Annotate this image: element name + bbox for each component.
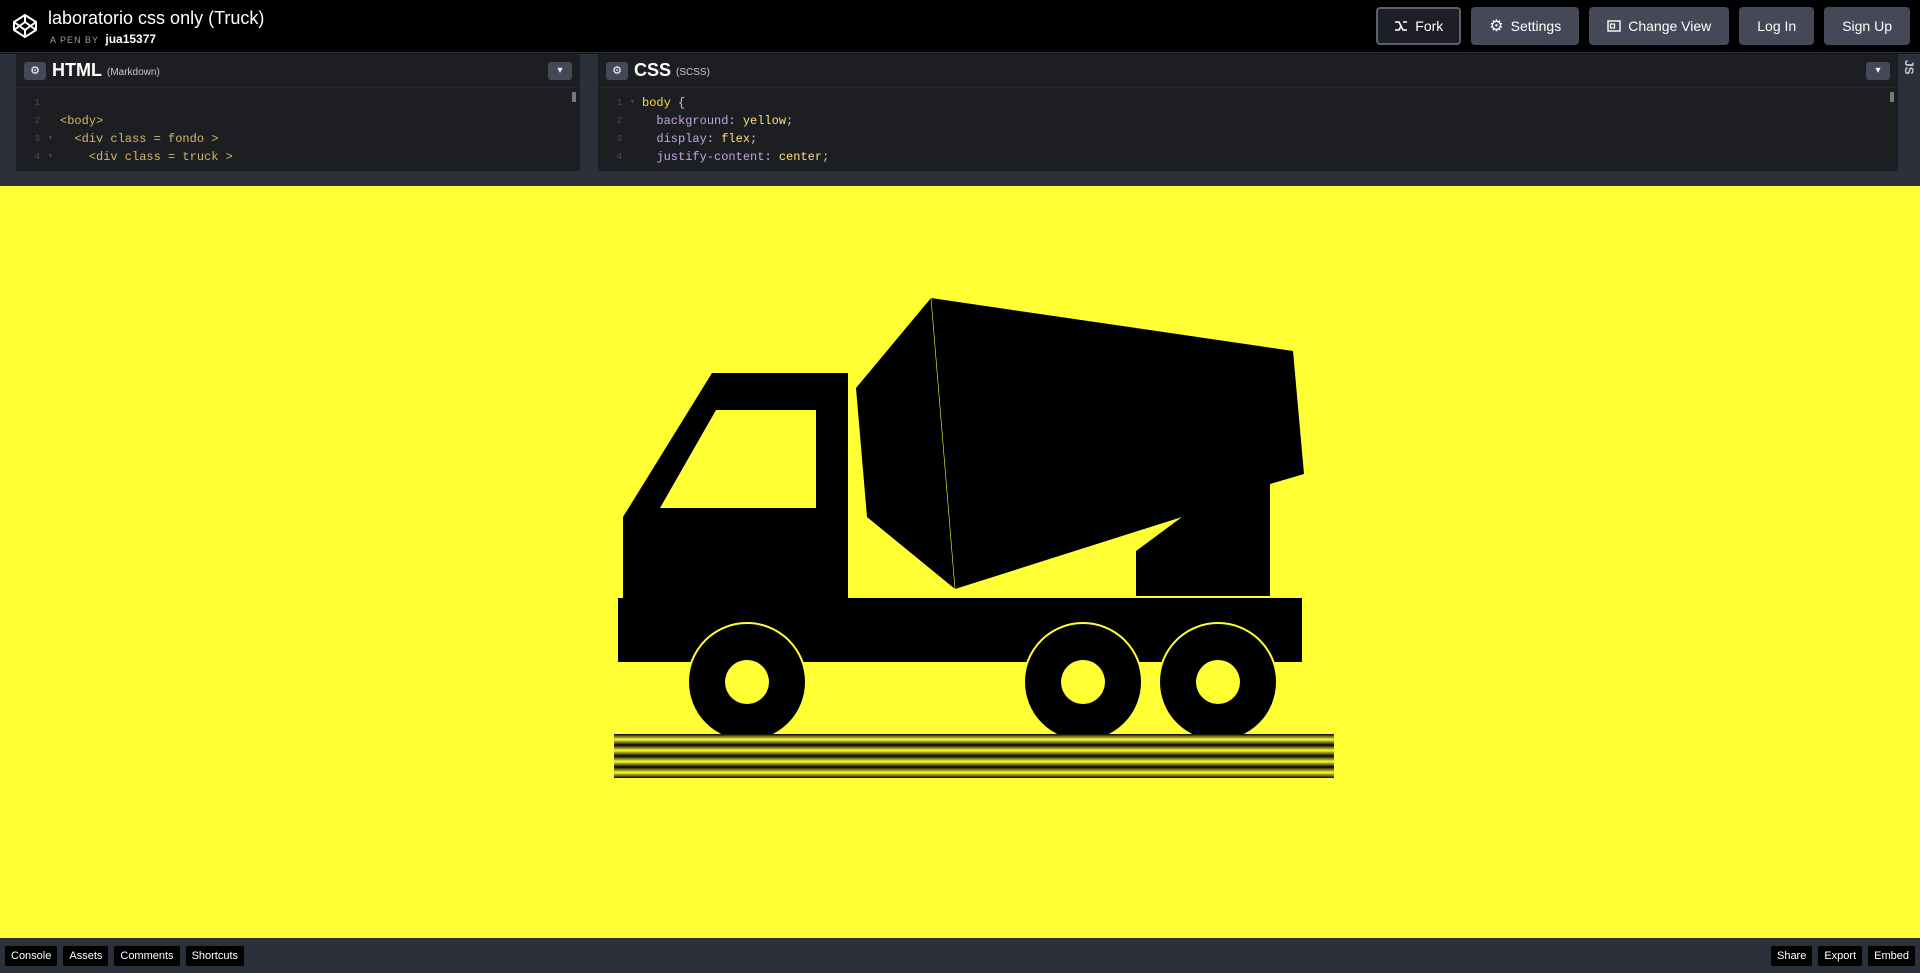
html-pane-header: ⚙ HTML (Markdown) ▾ [16, 54, 580, 88]
code-line: 1 [16, 94, 580, 112]
wheel [1023, 622, 1143, 742]
author-link[interactable]: jua15377 [105, 32, 156, 46]
share-button[interactable]: Share [1770, 945, 1813, 966]
css-lang-label: CSS [634, 60, 672, 80]
fork-button[interactable]: Fork [1376, 7, 1462, 45]
code-text: <div class = fondo > [60, 132, 219, 146]
html-editor: ⚙ HTML (Markdown) ▾ 1 2 <body> 3 ▾ <div cl… [16, 54, 580, 186]
header-actions: Fork ⚙ Settings Change View Log In Sign … [1376, 7, 1920, 45]
editor-panes: ⚙ HTML (Markdown) ▾ 1 2 <body> 3 ▾ <div cl… [0, 54, 1920, 186]
settings-label: Settings [1510, 18, 1562, 34]
code-line: 4 ▾ <div class = truck > [16, 148, 580, 166]
css-preprocessor-label: (SCSS) [676, 67, 710, 78]
wheel [687, 622, 807, 742]
left-gutter [0, 54, 16, 186]
change-view-button[interactable]: Change View [1589, 7, 1730, 45]
fork-icon [1395, 21, 1408, 31]
editor-resize-bar[interactable] [0, 171, 1920, 186]
line-number: 4 [616, 152, 622, 162]
code-line: 3 display: flex; [598, 130, 1898, 148]
line-number: 3 [616, 134, 622, 144]
mixer-drum [856, 298, 1304, 596]
code-selector: body [642, 96, 671, 110]
code-line: 4 justify-content: center; [598, 148, 1898, 166]
signup-label: Sign Up [1842, 18, 1892, 34]
assets-button[interactable]: Assets [63, 945, 109, 966]
gear-icon: ⚙ [1489, 18, 1504, 35]
html-preprocessor-label: (Markdown) [106, 67, 160, 78]
layout-icon [1607, 20, 1621, 32]
wheel [1158, 622, 1278, 742]
login-label: Log In [1757, 18, 1797, 34]
pen-title[interactable]: laboratorio css only (Truck) [48, 7, 264, 29]
comments-button[interactable]: Comments [114, 945, 180, 966]
codepen-logo-icon[interactable] [12, 13, 38, 39]
line-number: 2 [616, 116, 622, 126]
pane-resizer[interactable] [580, 54, 598, 186]
code-property: background [656, 114, 729, 128]
code-text: <body> [60, 114, 104, 128]
js-tab-label: JS [1902, 60, 1916, 75]
byline-prefix: A PEN BY [50, 34, 99, 45]
preview-frame [0, 186, 1920, 938]
html-scrollbar[interactable] [572, 92, 576, 102]
code-line: 2 <body> [16, 112, 580, 130]
fork-label: Fork [1415, 18, 1444, 34]
code-value: yellow [742, 114, 787, 128]
code-line: 2 background: yellow; [598, 112, 1898, 130]
line-number: 1 [34, 98, 40, 108]
html-settings-icon[interactable]: ⚙ [24, 61, 46, 80]
code-line: 1 ▾ body { [598, 94, 1898, 112]
css-pane-header: ⚙ CSS (SCSS) ▾ [598, 54, 1898, 88]
change-view-label: Change View [1628, 18, 1712, 34]
code-property: justify-content [656, 150, 765, 164]
line-number: 2 [34, 116, 40, 126]
top-header: laboratorio css only (Truck) A PEN BY ju… [0, 0, 1920, 53]
signup-button[interactable]: Sign Up [1824, 7, 1910, 45]
settings-button[interactable]: ⚙ Settings [1471, 7, 1580, 45]
code-line: 3 ▾ <div class = fondo > [16, 130, 580, 148]
embed-button[interactable]: Embed [1868, 945, 1915, 966]
pen-byline: A PEN BY jua15377 [48, 32, 264, 46]
road [614, 734, 1334, 778]
line-number: 3 [34, 134, 40, 144]
code-property: display [656, 132, 707, 146]
css-editor: ⚙ CSS (SCSS) ▾ 1 ▾ body { 2 background: ye… [598, 54, 1898, 186]
login-button[interactable]: Log In [1739, 7, 1815, 45]
css-scrollbar[interactable] [1890, 92, 1894, 102]
code-text: { [670, 96, 686, 110]
line-number: 4 [34, 152, 40, 162]
js-pane-tab[interactable]: JS [1898, 54, 1920, 186]
brand: laboratorio css only (Truck) A PEN BY ju… [0, 7, 264, 46]
code-value: flex [721, 132, 751, 146]
code-text: <div class = truck > [60, 150, 233, 164]
bottom-right-group: Share Export Embed [1770, 945, 1915, 966]
console-button[interactable]: Console [5, 945, 58, 966]
code-value: center [778, 150, 823, 164]
chevron-down-icon[interactable]: ▾ [548, 61, 572, 80]
css-settings-icon[interactable]: ⚙ [606, 61, 628, 80]
shortcuts-button[interactable]: Shortcuts [185, 945, 245, 966]
chevron-down-icon[interactable]: ▾ [1866, 61, 1890, 80]
bottom-bar: Console Assets Comments Shortcuts Share … [0, 938, 1920, 973]
html-lang-label: HTML [52, 60, 102, 80]
line-number: 1 [616, 98, 622, 108]
export-button[interactable]: Export [1818, 945, 1863, 966]
truck-illustration [614, 297, 1334, 778]
bottom-left-group: Console Assets Comments Shortcuts [5, 945, 245, 966]
